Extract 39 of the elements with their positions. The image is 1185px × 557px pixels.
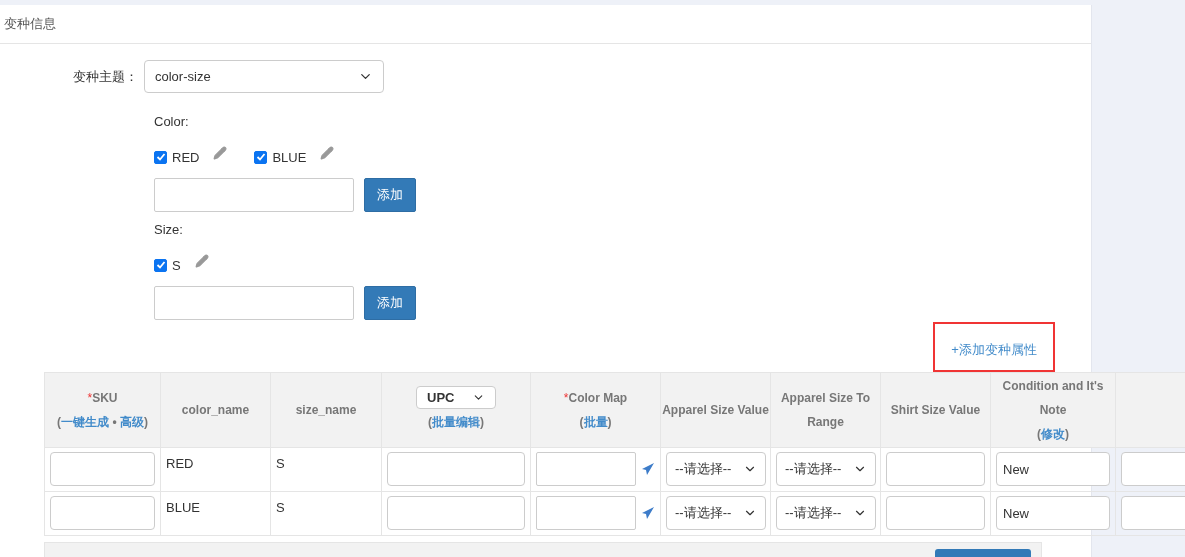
attribute-label: Color:	[154, 114, 190, 130]
header-punctuation: •	[111, 415, 118, 429]
header-punctuation: )	[480, 415, 484, 429]
theme-select[interactable]: color-size	[144, 60, 384, 93]
column-title: Apparel Size Value	[662, 403, 769, 417]
column-title: color_name	[181, 403, 250, 417]
upc-select[interactable]: UPC	[416, 386, 496, 409]
theme-label: 变种主题：	[72, 67, 139, 86]
panel-title: 变种信息	[4, 15, 56, 33]
table-cell: RED	[160, 447, 271, 492]
add-attribute-link[interactable]: +添加变种属性	[951, 341, 1037, 359]
size-select[interactable]: --请选择--	[776, 496, 876, 530]
add-button[interactable]: 添加	[364, 286, 416, 320]
table-input[interactable]: New	[996, 496, 1110, 530]
option-label: BLUE	[272, 149, 307, 165]
attribute-label: Size:	[154, 222, 184, 238]
column-title: size_name	[295, 403, 357, 417]
header-punctuation: (	[1037, 427, 1041, 441]
header-punctuation: (	[428, 415, 432, 429]
table-cell: BLUE	[160, 491, 271, 536]
header-punctuation: )	[607, 415, 612, 429]
header-punctuation: (	[57, 415, 62, 429]
table-cell: S	[270, 491, 382, 536]
size-select[interactable]: --请选择--	[776, 452, 876, 486]
column-title: *SKU	[87, 391, 118, 405]
column-title: Shirt Size Value	[890, 403, 981, 417]
table-cell: S	[270, 447, 382, 492]
column-title: Apparel Size To Range	[780, 391, 871, 429]
header-punctuation: (	[579, 415, 584, 429]
header-punctuation: )	[143, 415, 148, 429]
size-select[interactable]: --请选择--	[666, 452, 766, 486]
option-label: RED	[172, 149, 200, 165]
add-button[interactable]: 添加	[364, 178, 416, 212]
table-input[interactable]: New	[996, 452, 1110, 486]
column-title: *Color Map	[563, 391, 628, 405]
column-title: Condition and It's Note	[1002, 379, 1104, 417]
header-punctuation: )	[1065, 427, 1069, 441]
option-label: S	[172, 257, 181, 273]
size-select[interactable]: --请选择--	[666, 496, 766, 530]
